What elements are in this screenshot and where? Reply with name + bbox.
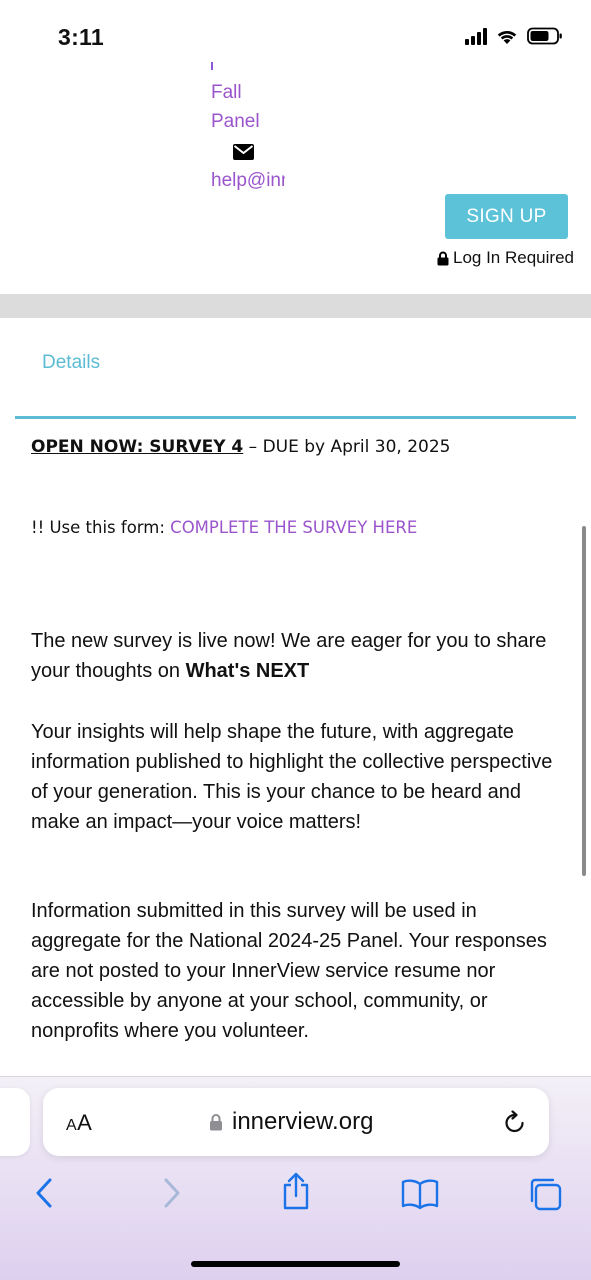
email-link[interactable]: help@innerview.org xyxy=(211,170,285,191)
intro-bold-text: What's NEXT xyxy=(185,660,310,682)
reload-icon[interactable] xyxy=(502,1109,528,1137)
status-bar: 3:11 xyxy=(0,0,591,70)
share-icon[interactable] xyxy=(281,1171,311,1211)
survey-due-date: – DUE by April 30, 2025 xyxy=(243,437,451,457)
panel-link[interactable]: Panel xyxy=(211,111,260,133)
form-notice: !! Use this form: COMPLETE THE SURVEY HE… xyxy=(31,518,417,537)
intro-paragraph: The new survey is live now! We are eager… xyxy=(31,626,566,686)
book-icon[interactable] xyxy=(401,1178,439,1210)
privacy-paragraph: Information submitted in this survey wil… xyxy=(31,900,547,1042)
sign-up-button[interactable]: SIGN UP xyxy=(445,194,568,239)
envelope-icon xyxy=(233,144,254,160)
fall-link[interactable]: Fall xyxy=(211,82,242,104)
status-time: 3:11 xyxy=(58,24,104,50)
tab-underline xyxy=(15,416,576,419)
chevron-right-icon[interactable] xyxy=(161,1175,183,1211)
login-required-label: Log In Required xyxy=(453,248,574,267)
previous-tab-card[interactable] xyxy=(0,1088,30,1156)
text-size-button[interactable]: AA xyxy=(66,1110,92,1136)
chevron-left-icon[interactable] xyxy=(33,1175,55,1211)
status-icons xyxy=(465,27,563,45)
survey-open-title: OPEN NOW: SURVEY 4 xyxy=(31,437,244,457)
email-link-container[interactable]: help@innerview.org xyxy=(211,170,285,196)
url-display[interactable]: innerview.org xyxy=(209,1108,373,1136)
lock-icon xyxy=(437,251,449,265)
tabs-icon[interactable] xyxy=(527,1176,563,1212)
battery-icon xyxy=(527,27,562,45)
insights-paragraph: Your insights will help shape the future… xyxy=(31,721,553,833)
login-required-notice: Log In Required xyxy=(437,248,574,268)
home-indicator xyxy=(191,1261,400,1267)
form-prefix: !! Use this form: xyxy=(31,518,171,537)
url-text[interactable]: innerview.org xyxy=(232,1108,373,1136)
section-divider xyxy=(0,294,591,318)
page-scrollbar[interactable] xyxy=(582,526,586,876)
tab-details[interactable]: Details xyxy=(42,352,100,374)
lock-icon xyxy=(210,1114,222,1131)
survey-open-notice: OPEN NOW: SURVEY 4 – DUE by April 30, 20… xyxy=(31,437,450,457)
wifi-icon xyxy=(497,30,517,44)
complete-survey-link[interactable]: COMPLETE THE SURVEY HERE xyxy=(170,518,417,537)
clipped-link-fragment xyxy=(211,62,213,70)
signal-icon xyxy=(465,27,487,45)
